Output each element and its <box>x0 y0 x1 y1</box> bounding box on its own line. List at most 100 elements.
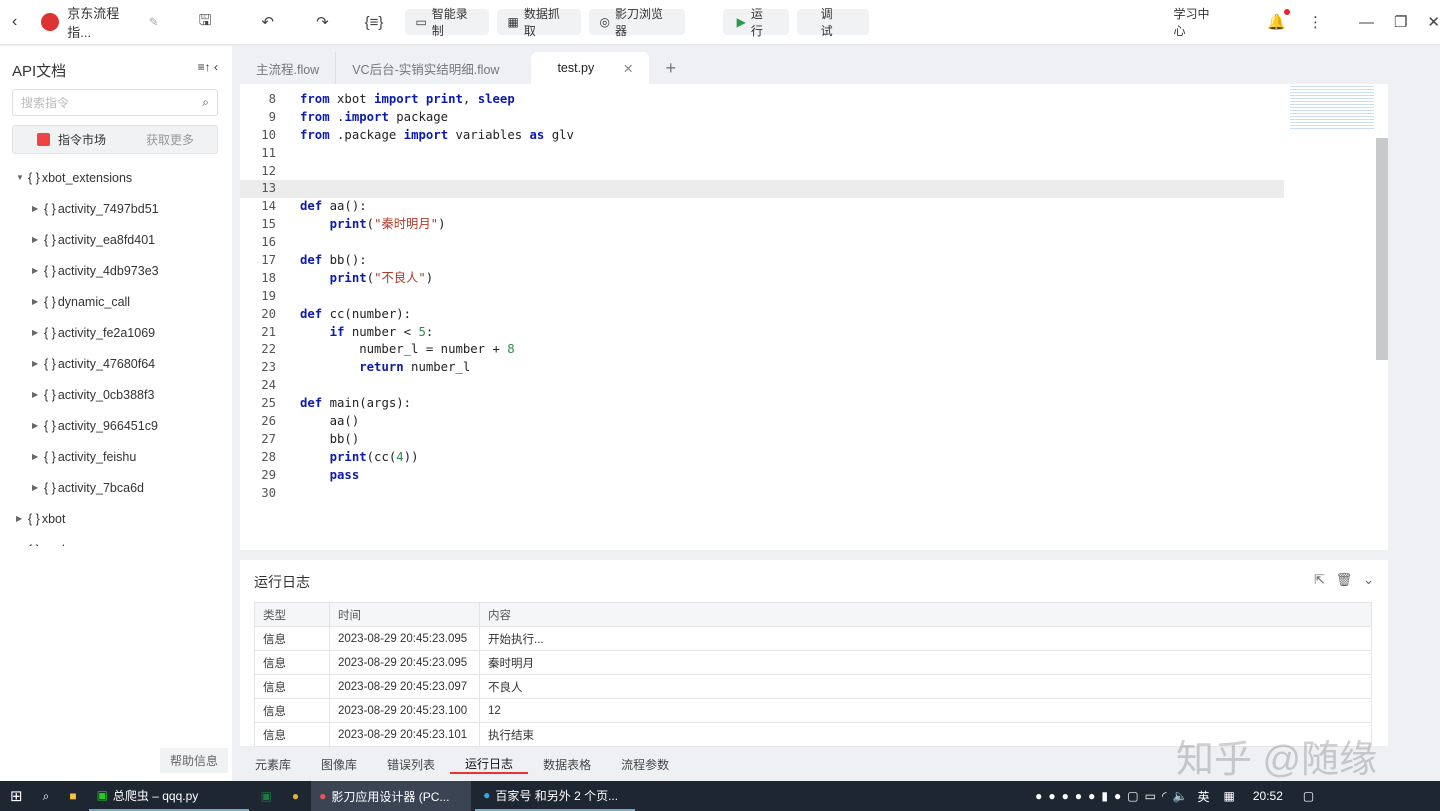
minimize-icon[interactable]: — <box>1359 14 1374 31</box>
windows-start-icon[interactable]: ⊞ <box>10 787 23 805</box>
run-button[interactable]: ▶运行 <box>723 9 789 35</box>
code-line[interactable]: 24 <box>240 377 1388 395</box>
tree-item[interactable]: ▶{ }activity_0cb388f3 <box>0 379 232 410</box>
clock[interactable]: 20:52 <box>1253 789 1283 803</box>
tree-item[interactable]: ▶{ }activity_966451c9 <box>0 410 232 441</box>
code-line[interactable]: 12 <box>240 163 1388 181</box>
bottom-tab[interactable]: 错误列表 <box>372 756 450 773</box>
smart-record-button[interactable]: ▭智能录制 <box>405 9 489 35</box>
tree-item[interactable]: ▼{ }xbot_extensions <box>0 162 232 193</box>
bottom-tab[interactable]: 数据表格 <box>528 756 606 773</box>
code-editor[interactable]: 8from xbot import print, sleep9from .imp… <box>240 84 1388 550</box>
grid-icon[interactable]: ▦ <box>1224 789 1235 803</box>
redo-icon[interactable]: ↷ <box>316 13 329 31</box>
caret-right-icon[interactable]: ▶ <box>32 452 44 461</box>
export-icon[interactable]: ⇱ <box>1314 572 1325 587</box>
tab-vc-flow[interactable]: VC后台-实销实结明细.flow <box>335 52 515 84</box>
tree-item[interactable]: ▶{ }activity_4db973e3 <box>0 255 232 286</box>
code-line[interactable]: 28 print(cc(4)) <box>240 449 1388 467</box>
code-line[interactable]: 25def main(args): <box>240 395 1388 413</box>
notification-icon[interactable]: ▢ <box>1303 789 1314 803</box>
taskbar-app-yingdao[interactable]: ●影刀应用设计器 (PC... <box>311 781 471 811</box>
data-grab-button[interactable]: ▦数据抓取 <box>497 9 581 35</box>
excel-icon[interactable]: ▣ <box>261 789 272 803</box>
search-taskbar-icon[interactable]: ⌕ <box>43 789 50 804</box>
learning-center-link[interactable]: 学习中心 <box>1174 5 1222 39</box>
tree-item[interactable]: ▶{ }dynamic_call <box>0 286 232 317</box>
code-line[interactable]: 22 number_l = number + 8 <box>240 341 1388 359</box>
code-line[interactable]: 10from .package import variables as glv <box>240 127 1388 145</box>
code-line[interactable]: 21 if number < 5: <box>240 324 1388 342</box>
ime-indicator[interactable]: 英 <box>1198 788 1210 805</box>
add-tab-button[interactable]: + <box>649 52 692 84</box>
code-line[interactable]: 30 <box>240 485 1388 503</box>
bell-icon[interactable]: 🔔 <box>1267 13 1286 31</box>
chevron-down-icon[interactable]: ⌄ <box>1363 572 1374 587</box>
caret-right-icon[interactable]: ▶ <box>16 514 28 523</box>
tree-item[interactable]: ▶{ }activity_fe2a1069 <box>0 317 232 348</box>
tree-item[interactable]: ▶{ }xbot <box>0 503 232 534</box>
debug-button[interactable]: 调试 <box>797 9 869 35</box>
bottom-tab[interactable]: 图像库 <box>306 756 372 773</box>
edit-icon[interactable]: ✎ <box>149 15 159 29</box>
tree-item[interactable]: ▶{ }activity_7bca6d <box>0 472 232 503</box>
tab-main-flow[interactable]: 主流程.flow <box>240 52 335 84</box>
tree-item[interactable]: ▶{ }activity_7497bd51 <box>0 193 232 224</box>
caret-right-icon[interactable]: ▶ <box>32 204 44 213</box>
restore-icon[interactable]: ❐ <box>1394 13 1407 31</box>
caret-right-icon[interactable]: ▶ <box>32 266 44 275</box>
code-line[interactable]: 26 aa() <box>240 413 1388 431</box>
code-line[interactable]: 23 return number_l <box>240 359 1388 377</box>
code-line[interactable]: 18 print("不良人") <box>240 270 1388 288</box>
code-icon[interactable]: {≡} <box>365 14 384 31</box>
trash-icon[interactable]: 🗑 <box>1336 572 1353 587</box>
caret-right-icon[interactable]: ▶ <box>32 421 44 430</box>
tray-icons[interactable]: ●●●●●▮●▢▭◜🔈 <box>1035 789 1193 803</box>
code-line[interactable]: 16 <box>240 234 1388 252</box>
vertical-scrollbar[interactable] <box>1376 138 1388 360</box>
bottom-tab[interactable]: 运行日志 <box>450 755 528 774</box>
tab-test-py[interactable]: test.py✕ <box>531 52 649 84</box>
close-window-icon[interactable]: ✕ <box>1427 13 1440 31</box>
taskbar-app-pycharm[interactable]: ▣总爬虫 – qqq.py <box>89 781 249 811</box>
code-line[interactable]: 29 pass <box>240 467 1388 485</box>
tree-item[interactable]: ▶{ }package <box>0 534 232 546</box>
help-button[interactable]: 帮助信息 <box>160 748 228 773</box>
code-line[interactable]: 27 bb() <box>240 431 1388 449</box>
more-icon[interactable]: ⋮ <box>1308 13 1323 31</box>
caret-right-icon[interactable]: ▶ <box>32 483 44 492</box>
caret-right-icon[interactable]: ▶ <box>32 235 44 244</box>
taskbar-app-edge[interactable]: ●百家号 和另外 2 个页... <box>475 781 635 811</box>
caret-right-icon[interactable]: ▶ <box>32 328 44 337</box>
back-icon[interactable]: ‹ <box>12 13 17 31</box>
code-line[interactable]: 9from .import package <box>240 109 1388 127</box>
search-input[interactable]: 搜索指令⌕ <box>12 89 218 116</box>
minimap[interactable] <box>1290 84 1374 129</box>
caret-right-icon[interactable]: ▶ <box>32 297 44 306</box>
tree-item[interactable]: ▶{ }activity_ea8fd401 <box>0 224 232 255</box>
code-line[interactable]: 15 print("秦时明月") <box>240 216 1388 234</box>
chrome-icon[interactable]: ● <box>292 789 299 803</box>
command-market-button[interactable]: 指令市场获取更多 <box>12 125 218 154</box>
caret-right-icon[interactable]: ▶ <box>32 359 44 368</box>
save-icon[interactable]: 🖫 <box>199 10 212 35</box>
bottom-tab[interactable]: 流程参数 <box>606 756 684 773</box>
file-explorer-icon[interactable]: ■ <box>69 789 76 803</box>
code-line[interactable]: 17def bb(): <box>240 252 1388 270</box>
tree-item[interactable]: ▶{ }activity_feishu <box>0 441 232 472</box>
code-line[interactable]: 8from xbot import print, sleep <box>240 91 1388 109</box>
caret-down-icon[interactable]: ▼ <box>16 173 28 182</box>
close-tab-icon[interactable]: ✕ <box>623 61 633 76</box>
collapse-icon[interactable]: ‹ <box>214 60 218 74</box>
code-line[interactable]: 20def cc(number): <box>240 306 1388 324</box>
sort-icon[interactable]: ≡↑ <box>198 60 211 74</box>
caret-right-icon[interactable]: ▶ <box>16 545 28 546</box>
undo-icon[interactable]: ↶ <box>262 13 275 31</box>
bottom-tab[interactable]: 元素库 <box>240 756 306 773</box>
tree-item[interactable]: ▶{ }activity_47680f64 <box>0 348 232 379</box>
browser-button[interactable]: ◎影刀浏览器 <box>589 9 684 35</box>
code-line[interactable]: 13 <box>240 180 1284 198</box>
caret-right-icon[interactable]: ▶ <box>32 390 44 399</box>
code-line[interactable]: 11 <box>240 145 1388 163</box>
code-line[interactable]: 19 <box>240 288 1388 306</box>
